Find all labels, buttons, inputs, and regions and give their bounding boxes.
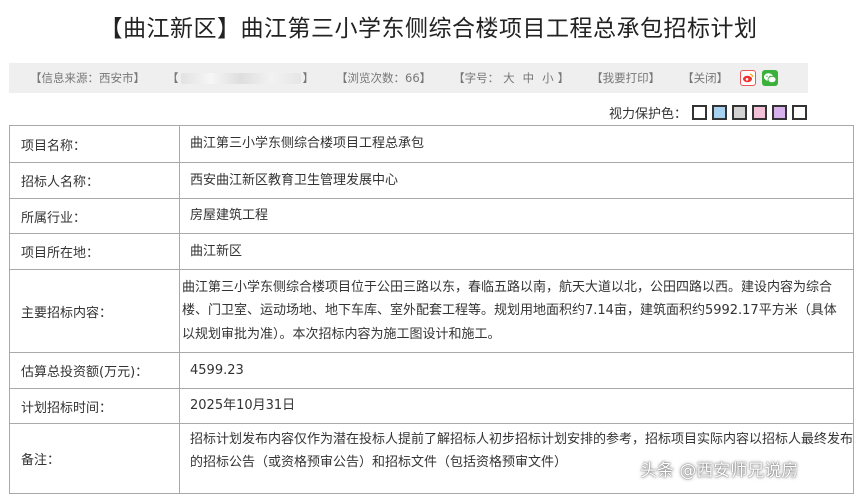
blurred-publish-date: [180, 73, 301, 84]
share-buttons: [740, 70, 779, 86]
project-name-value: 曲江第三小学东侧综合楼项目工程总承包: [179, 125, 854, 163]
eye-care-swatch[interactable]: [732, 104, 748, 120]
eye-care-label: 视力保护色：: [609, 106, 688, 122]
industry-value: 房屋建筑工程: [179, 198, 854, 234]
tenderer-value: 西安曲江新区教育卫生管理发展中心: [179, 162, 854, 199]
close-link[interactable]: 【关闭】: [682, 70, 728, 86]
publish-info: 【】: [167, 70, 314, 86]
wechat-icon[interactable]: [762, 70, 779, 86]
field-label: 计划招标时间：: [9, 388, 180, 424]
investment-value: 4599.23: [179, 352, 854, 389]
font-size-large-link[interactable]: 大: [503, 71, 515, 85]
tender-time-value: 2025年10月31日: [179, 388, 854, 424]
eye-care-swatch[interactable]: [772, 104, 788, 120]
table-row: 所属行业： 房屋建筑工程: [9, 198, 854, 234]
page-title: 【曲江新区】曲江第三小学东侧综合楼项目工程总承包招标计划: [99, 16, 758, 42]
font-size-medium-link[interactable]: 中: [523, 71, 535, 85]
table-row: 招标人名称： 西安曲江新区教育卫生管理发展中心: [9, 162, 854, 199]
field-label: 所属行业：: [9, 198, 180, 234]
project-info-table: 项目名称： 曲江第三小学东侧综合楼项目工程总承包 招标人名称： 西安曲江新区教育…: [9, 125, 854, 494]
field-label: 主要招标内容：: [9, 269, 180, 353]
field-label: 估算总投资额(万元)：: [9, 352, 180, 389]
table-row: 计划招标时间： 2025年10月31日: [9, 388, 854, 424]
field-label: 项目所在地：: [9, 233, 180, 270]
field-label: 备注：: [9, 423, 180, 494]
watermark: 头条 @西安师兄说房: [640, 461, 799, 481]
view-count: 【浏览次数：66】: [336, 71, 432, 85]
publish-info-open: 【: [167, 71, 179, 85]
info-bar: 【信息来源：西安市】 【】 【浏览次数：66】 【字号：大中小】 【我要打印】 …: [9, 63, 808, 93]
table-row: 主要招标内容： 曲江第三小学东侧综合楼项目位于公田三路以东，春临五路以南，航天大…: [9, 269, 854, 353]
eye-care-swatch[interactable]: [792, 104, 808, 120]
field-label: 项目名称：: [9, 125, 180, 163]
font-size-control: 【字号：大中小】: [453, 70, 569, 86]
main-content-value: 曲江第三小学东侧综合楼项目位于公田三路以东，春临五路以南，航天大道以北，公田四路…: [179, 269, 854, 353]
eye-care-swatch[interactable]: [712, 104, 728, 120]
font-size-close-bracket: 】: [557, 71, 570, 85]
print-link[interactable]: 【我要打印】: [591, 70, 660, 86]
field-label: 招标人名称：: [9, 162, 180, 199]
font-size-small-link[interactable]: 小: [542, 71, 554, 85]
publish-info-close: 】: [302, 71, 315, 85]
eye-care-swatch[interactable]: [692, 104, 708, 120]
table-row: 项目名称： 曲江第三小学东侧综合楼项目工程总承包: [9, 125, 854, 163]
table-row: 估算总投资额(万元)： 4599.23: [9, 352, 854, 389]
font-size-label: 【字号：: [453, 71, 500, 85]
location-value: 曲江新区: [179, 233, 854, 270]
eye-care-color-picker: 视力保护色：: [609, 103, 808, 122]
table-row: 项目所在地： 曲江新区: [9, 233, 854, 270]
source-info: 【信息来源：西安市】: [30, 71, 145, 85]
weibo-icon[interactable]: [740, 70, 757, 86]
eye-care-swatch[interactable]: [752, 104, 768, 120]
